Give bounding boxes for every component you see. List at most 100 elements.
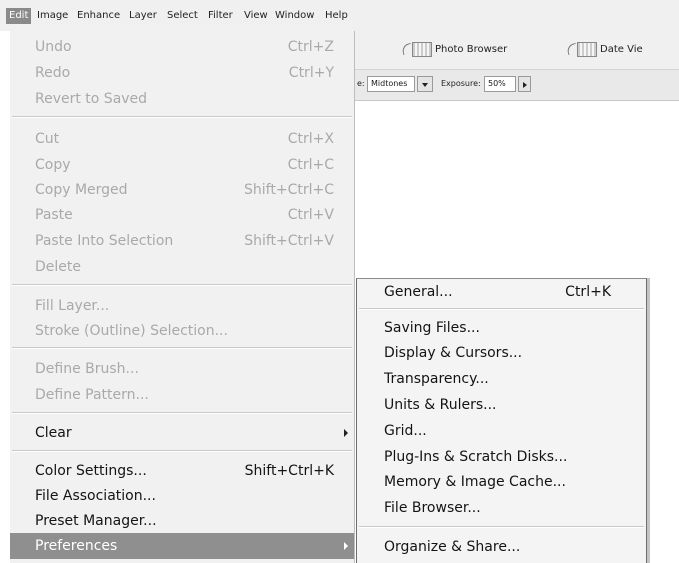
range-label: e:	[357, 79, 365, 88]
menu-item-label: Paste Into Selection	[35, 233, 174, 249]
chevron-down-icon	[422, 83, 428, 87]
menu-item-shortcut: Ctrl+X	[287, 131, 334, 147]
menu-item-label: Display & Cursors...	[384, 345, 523, 361]
edit-menu: Undo Ctrl+Z Redo Ctrl+Y Revert to Saved …	[10, 31, 355, 563]
menu-item-label: Plug-Ins & Scratch Disks...	[384, 449, 568, 465]
menu-item-shortcut: Shift+Ctrl+K	[244, 463, 334, 479]
menu-edit[interactable]: Edit	[6, 8, 32, 24]
range-dropdown[interactable]: Midtones	[367, 76, 415, 92]
menu-item-shortcut: Ctrl+V	[287, 207, 334, 223]
menu-item-define-pattern[interactable]: Define Pattern...	[10, 382, 354, 408]
menu-item-display-cursors[interactable]: Display & Cursors...	[357, 341, 646, 365]
menu-separator	[12, 347, 352, 349]
menu-item-label: Units & Rulers...	[384, 397, 497, 413]
menu-item-revert[interactable]: Revert to Saved	[10, 86, 354, 112]
menu-item-redo[interactable]: Redo Ctrl+Y	[10, 60, 354, 86]
date-view-button[interactable]: Date Vie	[567, 41, 643, 59]
menu-item-memory-image-cache[interactable]: Memory & Image Cache...	[357, 470, 646, 494]
menu-item-units-rulers[interactable]: Units & Rulers...	[357, 393, 646, 417]
menu-item-grid[interactable]: Grid...	[357, 419, 646, 443]
menu-image[interactable]: Image	[34, 8, 71, 24]
menu-item-delete[interactable]: Delete	[10, 254, 354, 280]
menu-item-label: Grid...	[384, 423, 427, 439]
menu-item-shortcut: Shift+Ctrl+V	[244, 233, 334, 249]
menu-item-label: Fill Layer...	[35, 298, 110, 314]
menu-separator	[12, 284, 352, 286]
menu-bar: Edit Image Enhance Layer Select Filter V…	[0, 0, 679, 31]
menu-item-define-brush[interactable]: Define Brush...	[10, 356, 354, 382]
menu-view[interactable]: View	[241, 8, 271, 24]
menu-separator	[359, 308, 644, 310]
menu-item-organize-share[interactable]: Organize & Share...	[357, 535, 646, 559]
photo-browser-label: Photo Browser	[435, 44, 508, 55]
menu-item-label: Color Settings...	[35, 463, 147, 479]
menu-item-clear[interactable]: Clear	[10, 420, 354, 446]
menu-item-plugins-scratch-disks[interactable]: Plug-Ins & Scratch Disks...	[357, 445, 646, 469]
menu-layer[interactable]: Layer	[126, 8, 160, 24]
preferences-submenu: General... Ctrl+K Saving Files... Displa…	[356, 278, 647, 563]
menu-item-label: Define Brush...	[35, 361, 139, 377]
menu-item-color-settings[interactable]: Color Settings... Shift+Ctrl+K	[10, 458, 354, 484]
options-bar: e: Midtones Exposure: 50%	[355, 70, 679, 101]
photo-browser-icon	[402, 42, 432, 57]
menu-item-shortcut: Shift+Ctrl+C	[244, 182, 334, 198]
menu-item-label: Memory & Image Cache...	[384, 474, 566, 490]
menu-item-label: Preset Manager...	[35, 513, 157, 529]
menu-item-paste[interactable]: Paste Ctrl+V	[10, 202, 354, 228]
menu-window[interactable]: Window	[272, 8, 317, 24]
menu-item-stroke-selection[interactable]: Stroke (Outline) Selection...	[10, 318, 354, 344]
menu-item-transparency[interactable]: Transparency...	[357, 367, 646, 391]
menu-item-label: Delete	[35, 259, 81, 275]
menu-item-preset-manager[interactable]: Preset Manager...	[10, 508, 354, 534]
menu-item-preferences[interactable]: Preferences	[10, 533, 354, 559]
menu-item-label: Copy	[35, 157, 71, 173]
menu-item-cut[interactable]: Cut Ctrl+X	[10, 126, 354, 152]
menu-item-copy-merged[interactable]: Copy Merged Shift+Ctrl+C	[10, 177, 354, 203]
menu-item-label: File Browser...	[384, 500, 481, 516]
menu-item-general[interactable]: General... Ctrl+K	[357, 280, 646, 304]
exposure-input[interactable]: 50%	[484, 76, 516, 92]
submenu-arrow-icon	[344, 542, 348, 550]
menu-separator	[359, 526, 644, 528]
menu-item-fill-layer[interactable]: Fill Layer...	[10, 293, 354, 319]
menu-enhance[interactable]: Enhance	[74, 8, 123, 24]
menu-item-label: Clear	[35, 425, 72, 441]
range-dropdown-arrow[interactable]	[417, 76, 433, 92]
triangle-right-icon	[523, 82, 527, 88]
exposure-label: Exposure:	[441, 79, 481, 88]
menu-item-saving-files[interactable]: Saving Files...	[357, 316, 646, 340]
menu-select[interactable]: Select	[164, 8, 201, 24]
menu-item-label: Preferences	[35, 538, 118, 554]
menu-item-paste-into-selection[interactable]: Paste Into Selection Shift+Ctrl+V	[10, 228, 354, 254]
menu-item-label: Organize & Share...	[384, 539, 521, 555]
menu-item-label: File Association...	[35, 488, 156, 504]
submenu-arrow-icon	[344, 429, 348, 437]
menu-filter[interactable]: Filter	[205, 8, 236, 24]
menu-item-label: Stroke (Outline) Selection...	[35, 323, 228, 339]
menu-separator	[12, 116, 352, 118]
date-view-label: Date Vie	[600, 44, 643, 55]
date-view-icon	[567, 42, 597, 57]
menu-item-shortcut: Ctrl+Y	[288, 65, 334, 81]
menu-item-label: Redo	[35, 65, 71, 81]
menu-item-label: Saving Files...	[384, 320, 480, 336]
menu-separator	[12, 412, 352, 414]
menu-item-label: Transparency...	[384, 371, 489, 387]
menu-item-shortcut: Ctrl+C	[287, 157, 334, 173]
menu-item-file-association[interactable]: File Association...	[10, 483, 354, 509]
photo-browser-button[interactable]: Photo Browser	[402, 41, 507, 59]
menu-item-label: Revert to Saved	[35, 91, 148, 107]
menu-help[interactable]: Help	[322, 8, 351, 24]
menu-item-label: Define Pattern...	[35, 387, 149, 403]
menu-item-label: Paste	[35, 207, 73, 223]
shortcuts-bar: Photo Browser Date Vie	[355, 31, 679, 70]
menu-separator	[12, 450, 352, 452]
menu-item-undo[interactable]: Undo Ctrl+Z	[10, 34, 354, 60]
menu-item-label: Copy Merged	[35, 182, 128, 198]
menu-item-label: General...	[384, 284, 453, 300]
menu-item-shortcut: Ctrl+K	[565, 284, 611, 300]
exposure-slider-button[interactable]	[518, 76, 531, 92]
menu-item-file-browser[interactable]: File Browser...	[357, 496, 646, 520]
menu-item-label: Cut	[35, 131, 60, 147]
menu-item-copy[interactable]: Copy Ctrl+C	[10, 152, 354, 178]
